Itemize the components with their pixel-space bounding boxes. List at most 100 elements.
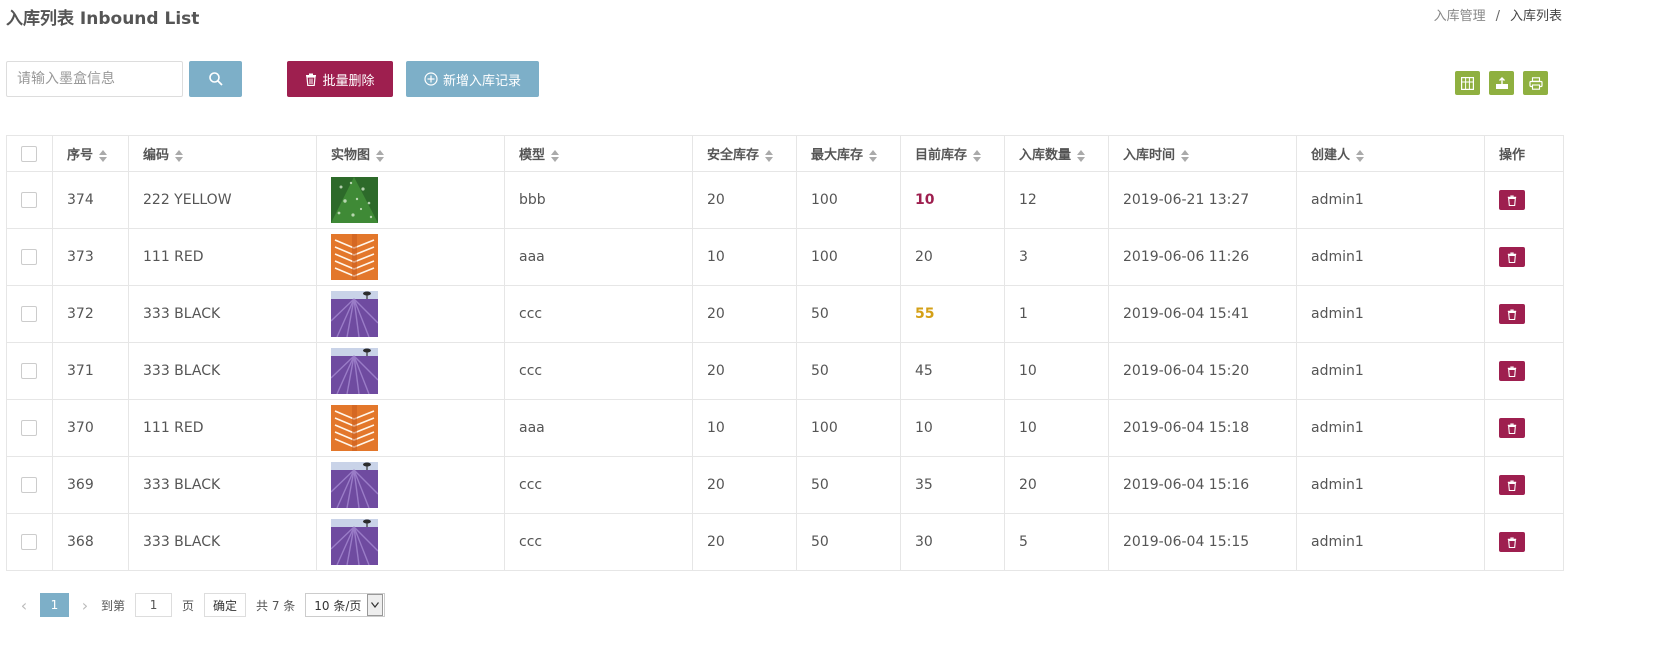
product-image[interactable]: [331, 234, 378, 280]
current-stock-value: 10: [915, 420, 933, 436]
cell-current-stock: 45: [900, 342, 1005, 400]
row-select-cell: [6, 285, 53, 343]
row-checkbox[interactable]: [21, 477, 37, 493]
column-header-inbound-time[interactable]: 入库时间: [1108, 135, 1297, 172]
sort-icon[interactable]: [973, 149, 982, 162]
sort-icon[interactable]: [1077, 149, 1086, 162]
product-image[interactable]: [330, 519, 379, 566]
cell-creator: admin1: [1296, 342, 1485, 400]
product-image[interactable]: [330, 348, 379, 395]
search-button[interactable]: [189, 61, 242, 97]
prev-page-icon[interactable]: ‹: [14, 593, 34, 617]
sort-icon[interactable]: [175, 149, 184, 162]
cell-current-stock: 10: [900, 171, 1005, 229]
row-checkbox[interactable]: [21, 249, 37, 265]
product-image[interactable]: [330, 291, 379, 338]
search-input[interactable]: [6, 61, 183, 97]
cell-id: 368: [52, 513, 129, 571]
page-size-value: 10 条/页: [314, 598, 362, 613]
sort-icon[interactable]: [99, 149, 108, 162]
table-row: 369 333 BLACK ccc 20 50 35 20 2019-06-04 15:16 a…: [6, 456, 1564, 514]
column-header-max-stock[interactable]: 最大库存: [796, 135, 901, 172]
row-delete-button[interactable]: [1499, 361, 1525, 381]
batch-delete-button[interactable]: 批量删除: [287, 61, 393, 97]
row-delete-button[interactable]: [1499, 304, 1525, 324]
next-page-icon[interactable]: ›: [75, 593, 95, 617]
row-delete-button[interactable]: [1499, 532, 1525, 552]
sort-icon[interactable]: [765, 149, 774, 162]
row-select-cell: [6, 399, 53, 457]
columns-button[interactable]: [1455, 71, 1480, 95]
select-all-checkbox[interactable]: [21, 145, 37, 162]
cell-safe-stock: 20: [692, 456, 797, 514]
plus-circle-icon: [424, 72, 438, 86]
total-count: 共 7 条: [256, 598, 296, 613]
product-image[interactable]: [331, 177, 378, 223]
column-header-actions: 操作: [1484, 135, 1564, 172]
column-header-id[interactable]: 序号: [52, 135, 129, 172]
page-number-current[interactable]: 1: [40, 593, 69, 617]
table-row: 372 333 BLACK ccc 20 50 55 1 2019-06-04 15:41 ad…: [6, 285, 1564, 343]
row-checkbox[interactable]: [21, 420, 37, 436]
cell-model: ccc: [504, 513, 693, 571]
add-inbound-button[interactable]: 新增入库记录: [406, 61, 539, 97]
column-header-creator[interactable]: 创建人: [1296, 135, 1485, 172]
cell-inbound-qty: 10: [1004, 399, 1109, 457]
sort-icon[interactable]: [1356, 149, 1365, 162]
cell-id: 371: [52, 342, 129, 400]
cell-image: [316, 342, 505, 400]
cell-code: 222 YELLOW: [128, 171, 317, 229]
current-stock-value: 30: [915, 534, 933, 550]
cell-creator: admin1: [1296, 228, 1485, 286]
cell-max-stock: 100: [796, 399, 901, 457]
column-header-model[interactable]: 模型: [504, 135, 693, 172]
print-button[interactable]: [1523, 71, 1548, 95]
cell-safe-stock: 10: [692, 228, 797, 286]
product-image[interactable]: [330, 462, 379, 509]
sort-icon[interactable]: [376, 149, 385, 162]
column-header-code[interactable]: 编码: [128, 135, 317, 172]
row-delete-button[interactable]: [1499, 418, 1525, 438]
sort-icon[interactable]: [1181, 149, 1190, 162]
row-delete-button[interactable]: [1499, 247, 1525, 267]
cell-actions: [1484, 228, 1564, 286]
breadcrumb: 入库管理 / 入库列表: [1434, 5, 1562, 24]
cell-max-stock: 50: [796, 513, 901, 571]
page-size-select[interactable]: 10 条/页: [305, 593, 386, 617]
cell-creator: admin1: [1296, 399, 1485, 457]
breadcrumb-item-inbound-mgmt[interactable]: 入库管理: [1434, 9, 1486, 24]
cell-inbound-time: 2019-06-04 15:15: [1108, 513, 1297, 571]
sort-icon[interactable]: [869, 149, 878, 162]
cell-actions: [1484, 513, 1564, 571]
cell-safe-stock: 20: [692, 513, 797, 571]
row-delete-button[interactable]: [1499, 190, 1525, 210]
row-checkbox[interactable]: [21, 306, 37, 322]
cell-inbound-time: 2019-06-21 13:27: [1108, 171, 1297, 229]
goto-confirm-button[interactable]: 确定: [204, 593, 247, 617]
column-header-image[interactable]: 实物图: [316, 135, 505, 172]
cell-code: 111 RED: [128, 228, 317, 286]
sort-icon[interactable]: [551, 149, 560, 162]
cell-safe-stock: 10: [692, 399, 797, 457]
cell-image: [316, 228, 505, 286]
row-checkbox[interactable]: [21, 363, 37, 379]
row-delete-button[interactable]: [1499, 475, 1525, 495]
product-image[interactable]: [331, 405, 378, 451]
row-select-cell: [6, 171, 53, 229]
cell-model: ccc: [504, 456, 693, 514]
export-button[interactable]: [1489, 71, 1514, 95]
cell-creator: admin1: [1296, 513, 1485, 571]
cell-current-stock: 55: [900, 285, 1005, 343]
row-checkbox[interactable]: [21, 534, 37, 550]
row-checkbox[interactable]: [21, 192, 37, 208]
column-header-inbound-qty[interactable]: 入库数量: [1004, 135, 1109, 172]
column-header-safe-stock[interactable]: 安全库存: [692, 135, 797, 172]
trash-icon: [1507, 366, 1517, 377]
cell-safe-stock: 20: [692, 171, 797, 229]
cell-inbound-qty: 5: [1004, 513, 1109, 571]
column-header-current-stock[interactable]: 目前库存: [900, 135, 1005, 172]
trash-icon: [1507, 537, 1517, 548]
cell-inbound-qty: 12: [1004, 171, 1109, 229]
goto-page-input[interactable]: 1: [135, 593, 173, 617]
inbound-table: 序号 编码 实物图 模型 安全库存 最大库存 目前库存 入库数量 入库时间 创建…: [6, 135, 1564, 571]
